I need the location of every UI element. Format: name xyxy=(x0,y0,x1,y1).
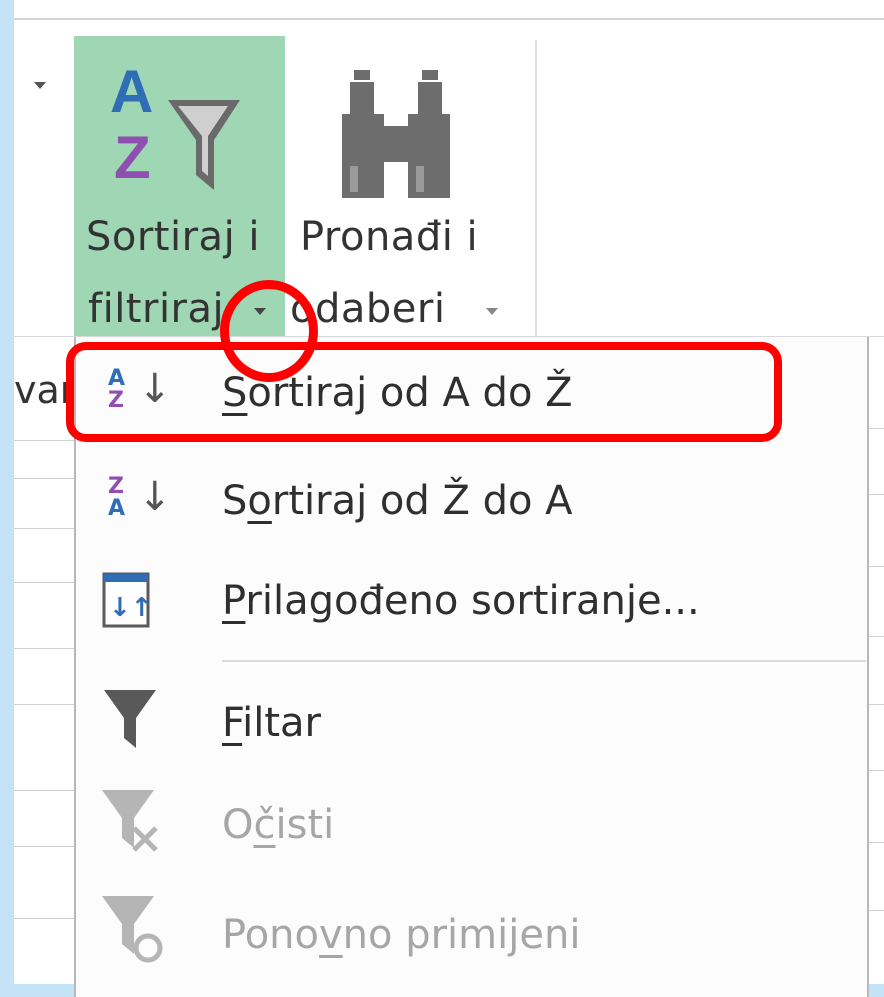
custom-sort-icon: ↓↑ xyxy=(102,572,150,628)
sort-filter-label-line1: Sortiraj i xyxy=(86,214,261,260)
menu-item-label: Ponovno primijeni xyxy=(222,912,581,958)
ribbon-group-separator xyxy=(535,40,537,336)
menu-separator xyxy=(222,660,866,662)
annotation-highlight-circle xyxy=(220,280,318,382)
menu-item-label: Očisti xyxy=(222,802,335,848)
clear-filter-icon xyxy=(102,790,158,852)
sheet-row-line xyxy=(14,846,74,847)
sheet-row-line xyxy=(14,440,74,441)
menu-item-label: Sortiraj od Ž do A xyxy=(222,478,573,524)
sheet-row-line xyxy=(14,582,74,583)
annotation-highlight-rectangle xyxy=(66,342,782,442)
sheet-row-line xyxy=(14,478,74,479)
sort-filter-icon: A Z xyxy=(110,60,240,191)
sheet-row-line xyxy=(14,704,74,705)
menu-item-label: Prilagođeno sortiranje... xyxy=(222,578,700,624)
sort-z-to-a-icon: ZA xyxy=(108,474,126,521)
binoculars-icon xyxy=(342,70,450,198)
menu-item-label: Filtar xyxy=(222,700,321,746)
sheet-row-line xyxy=(14,648,74,649)
find-select-label-line1: Pronađi i xyxy=(300,214,479,260)
svg-text:Z: Z xyxy=(114,124,151,191)
menu-item-filter[interactable]: Filtar xyxy=(76,674,867,760)
sort-filter-label-line2: filtriraj xyxy=(88,286,225,332)
menu-item-sort-z-to-a[interactable]: ZA ↓ Sortiraj od Ž do A xyxy=(76,460,867,546)
find-and-select-button[interactable]: Pronađi i odaberi xyxy=(286,36,526,336)
ribbon-top-border xyxy=(14,18,884,20)
reapply-filter-icon xyxy=(102,896,163,963)
sheet-row-line xyxy=(14,918,74,919)
find-select-dropdown-arrow-icon xyxy=(486,308,498,315)
menu-item-clear[interactable]: Očisti xyxy=(76,780,867,866)
menu-item-reapply[interactable]: Ponovno primijeni xyxy=(76,886,867,972)
sheet-row-line xyxy=(14,790,74,791)
down-arrow-icon: ↓ xyxy=(138,474,172,520)
svg-text:↓↑: ↓↑ xyxy=(109,593,150,623)
sheet-row-line xyxy=(14,528,74,529)
filter-icon xyxy=(104,690,156,748)
dropdown-arrow-icon[interactable] xyxy=(34,82,46,89)
menu-item-custom-sort[interactable]: ↓↑ Prilagođeno sortiranje... xyxy=(76,562,867,648)
svg-text:A: A xyxy=(110,60,153,125)
